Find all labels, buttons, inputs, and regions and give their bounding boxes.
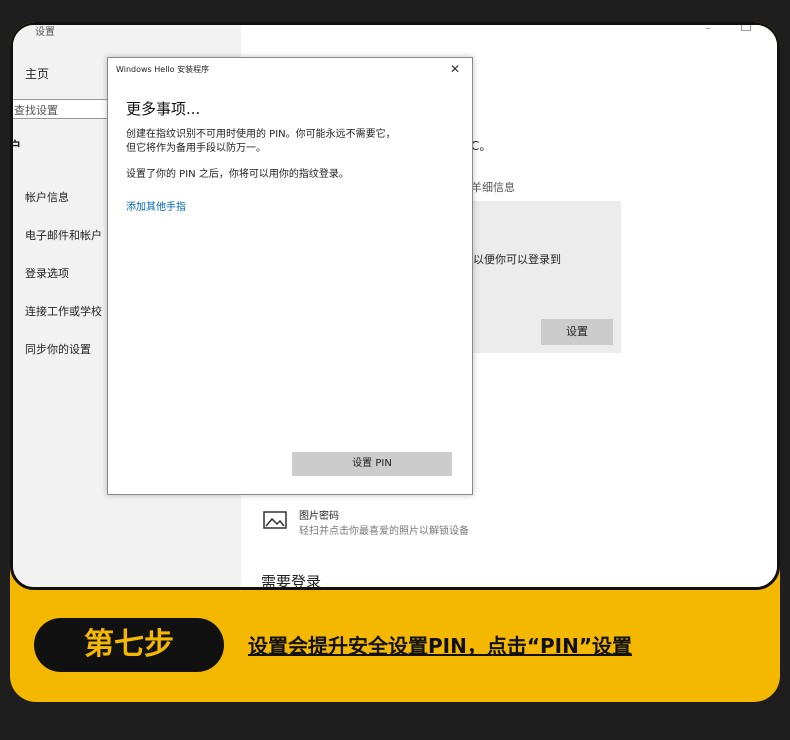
require-sign-in-heading: 需要登录: [261, 573, 322, 590]
sidebar-item-sync-settings[interactable]: 同步你的设置: [25, 341, 91, 357]
dialog-paragraph-line1: 创建在指纹识别不可用时使用的 PIN。你可能永远不需要它，: [126, 129, 396, 140]
section-header: 户: [10, 139, 22, 153]
minimize-icon[interactable]: –: [705, 25, 711, 35]
details-link-fragment[interactable]: 羊细信息: [471, 179, 515, 195]
step-badge: 第七步: [34, 618, 224, 672]
sidebar-item-account-info[interactable]: 帐户信息: [25, 189, 69, 205]
content-text-fragment: C。: [471, 139, 492, 153]
picture-password-desc: 轻扫并点击你最喜爱的照片以解锁设备: [299, 526, 469, 537]
search-input[interactable]: 查找设置: [13, 99, 121, 119]
setup-pin-button[interactable]: 设置 PIN: [292, 452, 452, 476]
picture-icon: [263, 511, 287, 529]
close-icon[interactable]: ✕: [450, 62, 460, 76]
dialog-paragraph-line2: 但它将作为备用手段以防万一。: [126, 143, 266, 154]
sidebar-item-work-school[interactable]: 连接工作或学校: [25, 303, 102, 319]
dialog-paragraph-2: 设置了你的 PIN 之后，你将可以用你的指纹登录。: [126, 169, 349, 180]
add-finger-link[interactable]: 添加其他手指: [126, 198, 186, 213]
sidebar-item-sign-in-options[interactable]: 登录选项: [25, 265, 69, 281]
dialog-title: Windows Hello 安装程序: [116, 65, 210, 74]
step-card: 设置 主页 查找设置 户 帐户信息 电子邮件和帐户 登录选项 连接工作或学校 同…: [10, 22, 780, 702]
picture-password-title[interactable]: 图片密码: [299, 507, 339, 522]
step-instruction: 设置会提升安全设置PIN，点击“PIN”设置: [248, 634, 632, 658]
windows-hello-dialog: Windows Hello 安装程序 ✕ 更多事项... 创建在指纹识别不可用时…: [107, 57, 473, 495]
sidebar-item-email-accounts[interactable]: 电子邮件和帐户: [25, 227, 102, 243]
fingerprint-setup-button[interactable]: 设置: [541, 319, 613, 345]
sidebar-item-home[interactable]: 主页: [25, 65, 49, 82]
dialog-heading: 更多事项...: [126, 100, 201, 118]
app-title: 设置: [35, 27, 55, 38]
screenshot-frame: 设置 主页 查找设置 户 帐户信息 电子邮件和帐户 登录选项 连接工作或学校 同…: [10, 22, 780, 590]
maximize-icon[interactable]: [741, 25, 751, 31]
panel-text-fragment: 以便你可以登录到: [473, 253, 561, 266]
